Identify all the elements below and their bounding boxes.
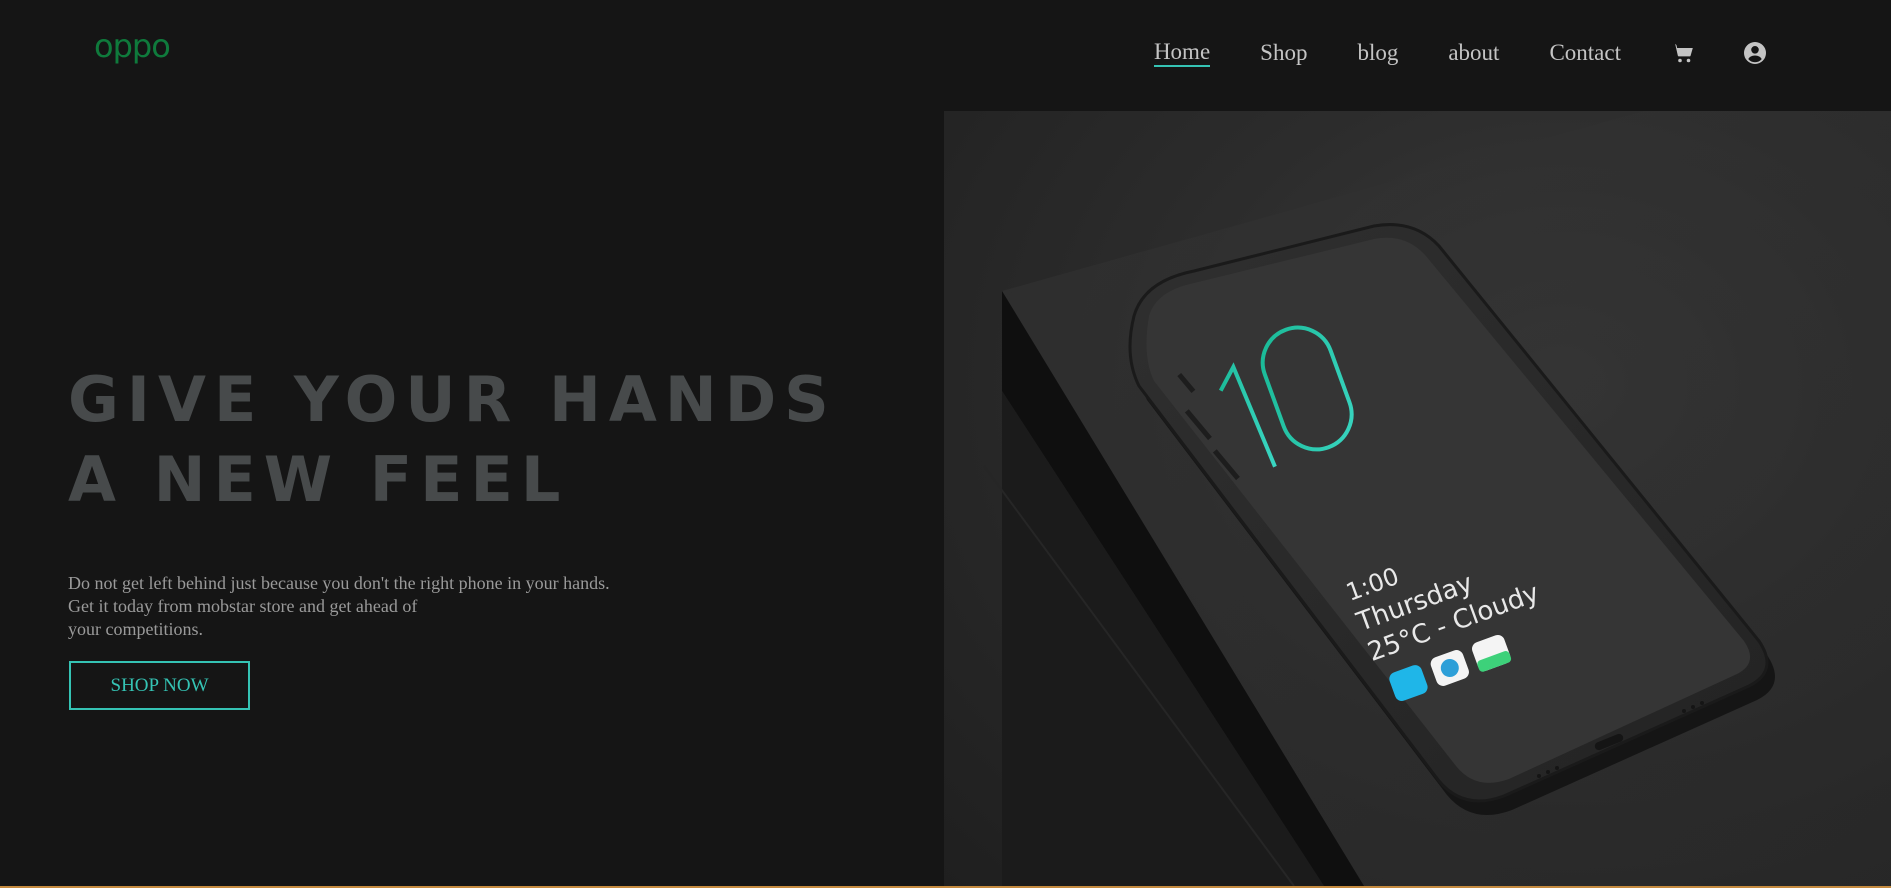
nav-link-blog[interactable]: blog [1357,41,1398,66]
nav-link-about[interactable]: about [1448,41,1499,66]
page: oppo Home Shop blog about Contact GIVE Y… [0,0,1891,888]
user-circle-icon[interactable] [1743,41,1767,65]
nav-link-contact[interactable]: Contact [1549,41,1621,66]
brand-logo[interactable]: oppo [94,30,171,62]
cart-icon[interactable] [1671,41,1695,65]
hero-description-line-1: Do not get left behind just because you … [68,573,610,593]
hero-description: Do not get left behind just because you … [68,572,708,641]
site-header: oppo Home Shop blog about Contact [0,0,1891,110]
main-nav: Home Shop blog about Contact [1153,38,1891,68]
hero-phone-image: 1:00 Thursday 25°C - Cloudy [944,111,1891,886]
phone-illustration: 1:00 Thursday 25°C - Cloudy [983,111,1891,886]
hero-title: GIVE YOUR HANDS A NEW FEEL [68,360,837,520]
hero-title-line-2: A NEW FEEL [68,443,569,516]
nav-link-shop[interactable]: Shop [1260,41,1307,66]
hero-title-line-1: GIVE YOUR HANDS [68,363,837,436]
hero-description-line-2: Get it today from mobstar store and get … [68,596,418,616]
shop-now-button[interactable]: SHOP NOW [69,661,250,710]
hero-description-line-3: your competitions. [68,619,203,639]
nav-link-home[interactable]: Home [1153,40,1211,67]
